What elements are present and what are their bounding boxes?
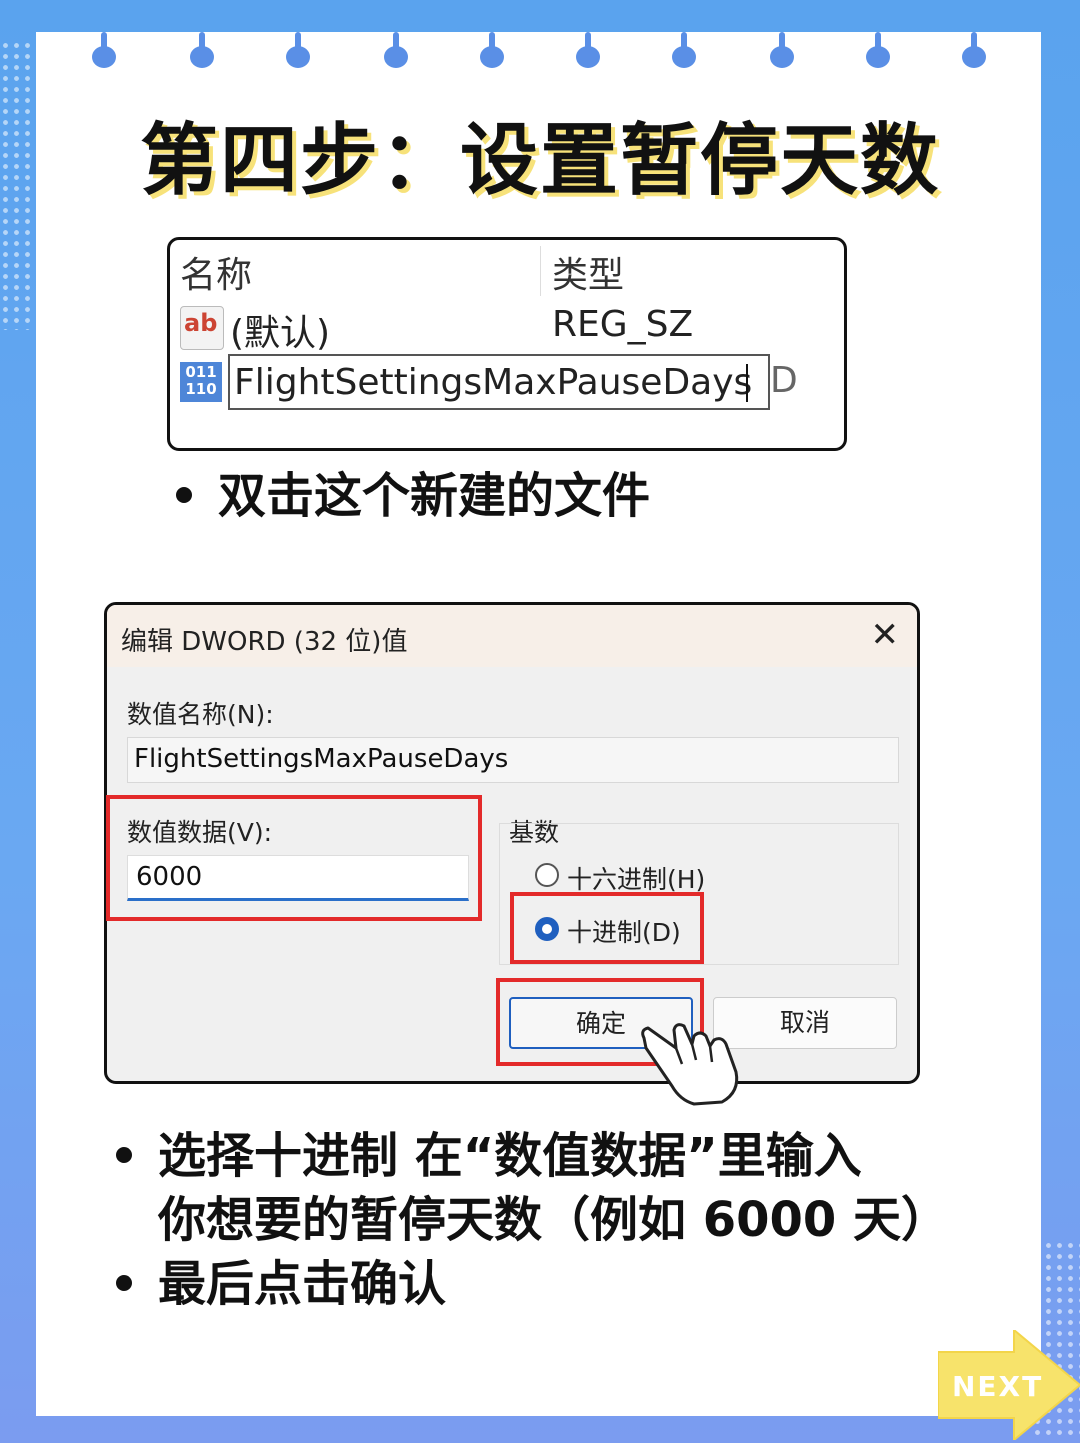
rename-input-text: FlightSettingsMaxPauseDays [234,362,753,403]
string-value-icon: ab [180,306,224,350]
registry-row-default-type: REG_SZ [552,304,694,345]
instruction-text-3: 最后点击确认 [158,1256,447,1312]
dialog-titlebar[interactable]: 编辑 DWORD (32 位)值 ✕ [107,605,917,667]
instruction-text-2a: 选择十进制 在“数值数据”里输入 [158,1128,862,1184]
instruction-text-1: 双击这个新建的文件 [218,468,651,524]
binder-ring [384,32,408,68]
highlight-decimal [510,892,704,964]
instruction-bullet-2-cont: 你想要的暂停天数（例如 6000 天） [158,1180,949,1250]
next-label[interactable]: NEXT [952,1370,1043,1403]
binder-ring [92,32,116,68]
value-name-field[interactable]: FlightSettingsMaxPauseDays [127,737,899,783]
bullet-dot [176,487,192,503]
registry-row-default-name[interactable]: (默认) [230,304,330,356]
close-icon[interactable]: ✕ [871,615,900,655]
column-header-name[interactable]: 名称 [180,246,252,298]
binder-ring [190,32,214,68]
text-caret [746,364,748,402]
instruction-bullet-2: 选择十进制 在“数值数据”里输入 [116,1116,862,1186]
bullet-dot [116,1147,132,1163]
bullet-dot [116,1275,132,1291]
binder-ring [866,32,890,68]
hand-pointer-icon [641,1023,739,1106]
binder-ring [576,32,600,68]
column-divider[interactable] [540,246,541,296]
rename-input[interactable]: FlightSettingsMaxPauseDays [228,354,770,410]
page-title: 第四步：设置暂停天数 [139,116,940,206]
binder-ring [286,32,310,68]
hexadecimal-label[interactable]: 十六进制(H) [567,860,705,896]
value-name-label: 数值名称(N): [127,700,274,729]
instruction-bullet-1: 双击这个新建的文件 [176,456,650,526]
dword-value-icon: 011 110 [180,362,222,402]
binder-ring [770,32,794,68]
registry-list-panel: 名称 类型 ab (默认) REG_SZ 011 110 FlightSetti… [167,237,847,451]
highlight-value-data [106,795,482,921]
binder-ring [480,32,504,68]
instruction-text-2b: 你想要的暂停天数（例如 6000 天） [158,1192,950,1248]
value-name-text: FlightSettingsMaxPauseDays [134,744,509,774]
binder-ring [962,32,986,68]
instruction-bullet-3: 最后点击确认 [116,1244,446,1314]
radio-hexadecimal[interactable] [535,863,559,887]
column-header-type[interactable]: 类型 [552,246,624,298]
binder-ring [672,32,696,68]
dialog-title: 编辑 DWORD (32 位)值 [121,627,408,657]
registry-row-type-partial: D [770,360,798,401]
